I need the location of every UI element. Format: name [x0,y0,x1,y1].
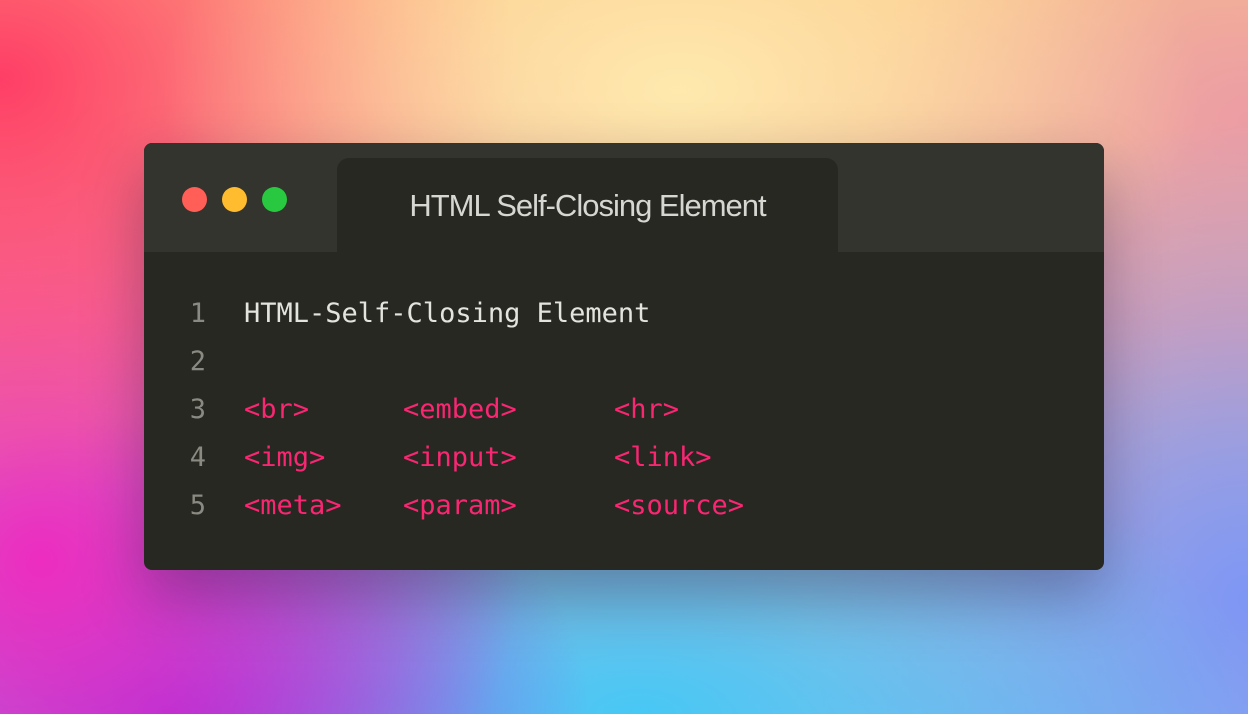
line-number: 2 [189,346,206,377]
title-bar: HTML Self-Closing Element [144,143,1104,252]
tab-title: HTML Self-Closing Element [409,188,766,223]
code-editor[interactable]: 1 HTML-Self-Closing Element 2 3 <br> <em… [144,252,1104,570]
html-tag: <img> [244,442,326,473]
close-window-button[interactable] [182,187,207,212]
line-number: 3 [189,394,206,425]
line-number: 4 [189,442,206,473]
html-tag: <link> [614,442,712,473]
html-tag: <meta> [244,490,342,521]
html-tag: <input> [403,442,517,473]
html-tag: <br> [244,394,310,425]
code-text: HTML-Self-Closing Element [244,298,651,329]
minimize-window-button[interactable] [222,187,247,212]
editor-tab[interactable]: HTML Self-Closing Element [337,158,838,252]
line-number: 5 [189,490,206,521]
line-number: 1 [189,298,206,329]
code-window: HTML Self-Closing Element 1 HTML-Self-Cl… [144,143,1104,570]
html-tag: <embed> [403,394,517,425]
html-tag: <param> [403,490,517,521]
html-tag: <hr> [614,394,680,425]
html-tag: <source> [614,490,745,521]
maximize-window-button[interactable] [262,187,287,212]
